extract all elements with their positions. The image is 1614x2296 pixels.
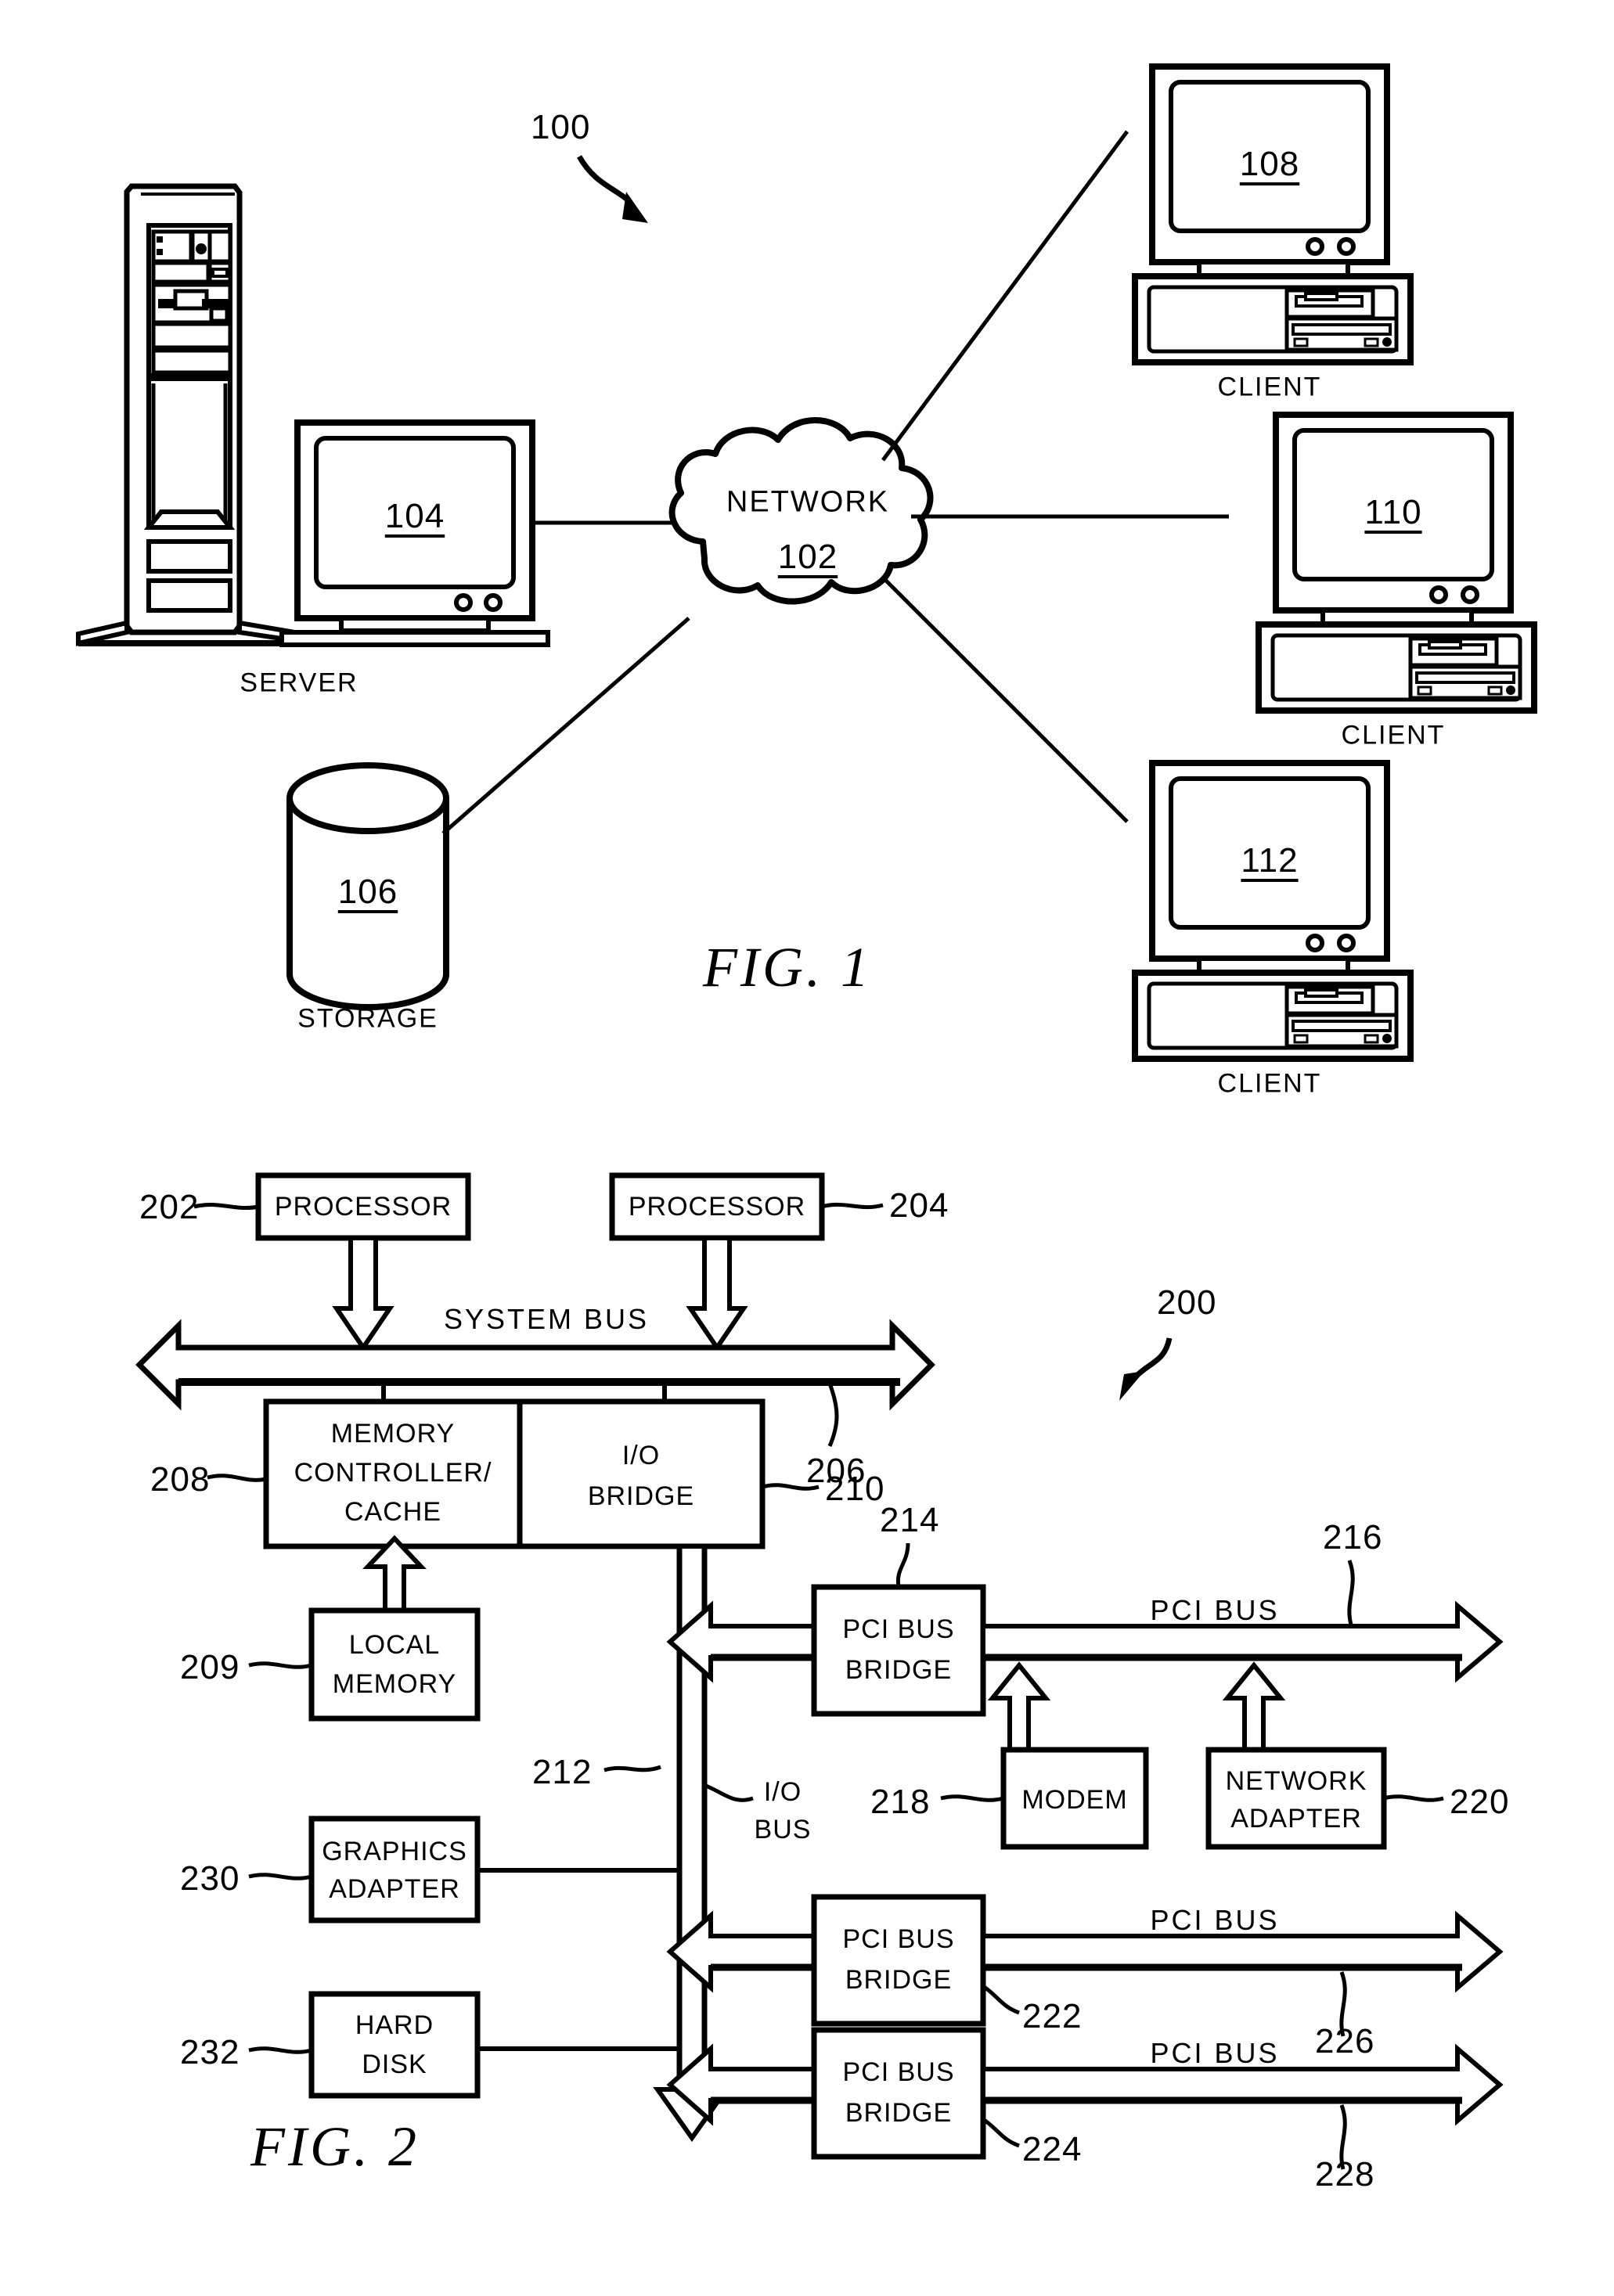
system-bus-label: SYSTEM BUS xyxy=(443,1303,650,1335)
drawing-canvas xyxy=(76,0,1614,2170)
ref-204: 204 xyxy=(889,1186,949,1225)
ref-208: 208 xyxy=(150,1460,211,1499)
local-memory-line1: LOCAL xyxy=(348,1630,441,1660)
network-cloud-label: NETWORK xyxy=(726,485,890,519)
network-adapter-line2: ADAPTER xyxy=(1230,1804,1362,1834)
ref-112: 112 xyxy=(1241,841,1299,880)
ref-224: 224 xyxy=(1022,2130,1083,2168)
system-bus-arrow xyxy=(135,1319,935,1411)
ref-220: 220 xyxy=(1450,1783,1510,1821)
network-adapter-line1: NETWORK xyxy=(1225,1766,1367,1796)
hard-disk-line2: DISK xyxy=(362,2049,427,2079)
ref-106: 106 xyxy=(337,873,398,911)
server-label: SERVER xyxy=(240,668,358,698)
client-112-illustration xyxy=(1135,763,1410,1059)
pci-bridge-224-group xyxy=(666,2027,1504,2170)
pci-bridge-224-line1: PCI BUS xyxy=(842,2057,955,2087)
pci-bridge-224-line2: BRIDGE xyxy=(845,2098,953,2128)
pci-bridge-222-line1: PCI BUS xyxy=(842,1924,955,1954)
io-bus-line1: I/O xyxy=(763,1777,802,1807)
ref-108: 108 xyxy=(1239,145,1300,183)
ref-212: 212 xyxy=(532,1753,593,1791)
storage-label: STORAGE xyxy=(297,1003,438,1034)
ref-214: 214 xyxy=(880,1501,940,1539)
pci-bridge-214-group xyxy=(666,1542,1504,1717)
ref-202: 202 xyxy=(139,1188,200,1226)
graphics-adapter-230-box xyxy=(308,1816,481,1924)
ref-104: 104 xyxy=(384,497,445,535)
fig2-caption: FIG. 2 xyxy=(250,2115,420,2178)
modem-label: MODEM xyxy=(1021,1785,1128,1815)
processor-204-label: PROCESSOR xyxy=(628,1192,806,1222)
pci-bridge-214-line2: BRIDGE xyxy=(845,1655,953,1685)
memory-controller-line3: CACHE xyxy=(344,1497,442,1527)
ref-228: 228 xyxy=(1315,2155,1375,2193)
io-bridge-line2: BRIDGE xyxy=(587,1481,695,1511)
local-memory-line2: MEMORY xyxy=(332,1669,457,1699)
ref-209: 209 xyxy=(180,1648,240,1686)
pci-bus-216-label: PCI BUS xyxy=(1150,1594,1280,1626)
ref-230: 230 xyxy=(180,1859,240,1898)
processor-202-label: PROCESSOR xyxy=(274,1192,452,1222)
pci-bus-226-label: PCI BUS xyxy=(1150,1904,1280,1936)
io-bridge-210-box xyxy=(517,1398,766,1549)
graphics-adapter-line2: ADAPTER xyxy=(329,1874,460,1904)
ref-200: 200 xyxy=(1157,1283,1217,1322)
ref-218: 218 xyxy=(870,1783,931,1821)
io-bus-line2: BUS xyxy=(754,1815,812,1844)
client-112-label: CLIENT xyxy=(1217,1068,1322,1099)
pci-bridge-222-group xyxy=(666,1894,1504,2037)
fig1-caption: FIG. 1 xyxy=(703,936,872,999)
graphics-adapter-line1: GRAPHICS xyxy=(322,1837,467,1866)
ref-102: 102 xyxy=(777,538,838,576)
ref-110: 110 xyxy=(1364,493,1422,531)
client-110-label: CLIENT xyxy=(1341,720,1446,750)
hard-disk-line1: HARD xyxy=(355,2010,434,2040)
local-memory-209-box xyxy=(308,1607,481,1722)
ref-222: 222 xyxy=(1022,1997,1083,2035)
pci-bus-228-label: PCI BUS xyxy=(1150,2037,1280,2069)
client-110-illustration xyxy=(1259,415,1534,711)
processor-202-bus-arrow xyxy=(332,1236,394,1352)
patent-drawing-sheet: 100 NETWORK 102 104 SERVER 106 STORAGE 1… xyxy=(0,0,1614,2296)
client-108-label: CLIENT xyxy=(1217,372,1322,402)
io-bridge-line1: I/O xyxy=(621,1441,661,1470)
processor-204-bus-arrow xyxy=(686,1236,748,1352)
client-108-illustration xyxy=(1135,67,1410,362)
ref-210: 210 xyxy=(825,1470,885,1508)
ref-226: 226 xyxy=(1315,2022,1375,2060)
ref-100: 100 xyxy=(531,108,591,146)
ref-216: 216 xyxy=(1323,1518,1383,1556)
memory-controller-line2: CONTROLLER/ xyxy=(294,1458,492,1488)
pci-bridge-222-line2: BRIDGE xyxy=(845,1965,953,1995)
memory-controller-line1: MEMORY xyxy=(330,1419,456,1448)
local-memory-arrow xyxy=(362,1535,427,1613)
ref-232: 232 xyxy=(180,2033,240,2071)
pci-bridge-214-line1: PCI BUS xyxy=(842,1614,955,1644)
